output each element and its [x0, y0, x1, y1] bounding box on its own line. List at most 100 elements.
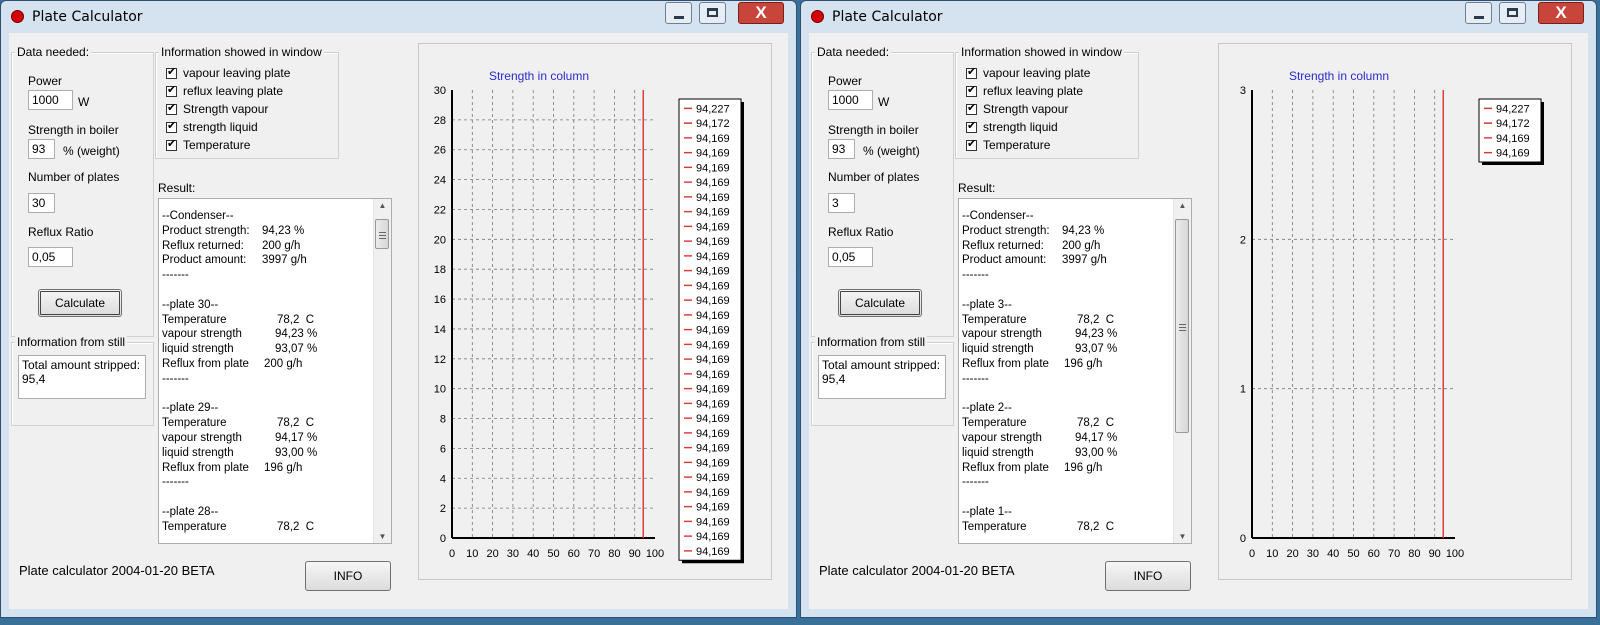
result-key: liquid strength	[962, 446, 1034, 459]
result-key: -------	[962, 372, 989, 385]
result-key: vapour strength	[962, 328, 1042, 341]
checkbox[interactable]: ✔	[966, 102, 977, 115]
title-bar[interactable]: Plate Calculator X	[1, 1, 796, 33]
minimize-icon	[674, 16, 684, 19]
data-needed-group: Data needed: Power 1000 W Strength in boiler…	[11, 45, 154, 337]
scroll-up-arrow-icon[interactable]: ▲	[1174, 201, 1191, 210]
title-bar[interactable]: Plate Calculator X	[801, 1, 1596, 33]
scroll-down-arrow-icon[interactable]: ▼	[1174, 532, 1191, 541]
reflux-ratio-label: Reflux Ratio	[28, 225, 94, 239]
result-value: 200 g/h	[1062, 239, 1101, 252]
reflux-ratio-input[interactable]: 0,05	[28, 247, 73, 267]
power-input[interactable]: 1000	[828, 90, 873, 110]
maximize-button[interactable]	[699, 2, 726, 24]
result-line	[162, 283, 371, 298]
reflux-ratio-input[interactable]: 0,05	[828, 247, 873, 267]
result-key: Reflux from plate	[162, 357, 249, 370]
x-tick-label: 80	[608, 548, 620, 560]
checkbox[interactable]: ✔	[166, 102, 177, 115]
result-line: --plate 29--	[162, 401, 371, 416]
reflux-ratio-label: Reflux Ratio	[828, 225, 894, 239]
scroll-down-arrow-icon[interactable]: ▼	[374, 532, 391, 541]
checkmark-icon: ✔	[967, 138, 977, 150]
legend-label: 94,169	[696, 236, 730, 248]
close-button[interactable]: X	[1538, 2, 1584, 24]
checkbox[interactable]: ✔	[166, 66, 177, 79]
plates-input[interactable]: 3	[828, 193, 855, 213]
result-value: 196 g/h	[1064, 461, 1103, 474]
result-line	[962, 490, 1171, 505]
checkbox[interactable]: ✔	[966, 66, 977, 79]
result-key: Reflux from plate	[162, 461, 249, 474]
scroll-up-arrow-icon[interactable]: ▲	[374, 201, 391, 210]
option-checkbox[interactable]: ✔ reflux leaving plate	[166, 84, 283, 100]
option-checkbox[interactable]: ✔ Temperature	[966, 138, 1050, 154]
result-output[interactable]: --Condenser-- Product strength: 94,23 % Ref…	[158, 198, 392, 544]
legend-label: 94,169	[696, 546, 730, 558]
result-line: Reflux returned: 200 g/h	[962, 239, 1171, 254]
x-tick-label: 20	[486, 548, 498, 560]
result-line: --plate 28--	[162, 505, 371, 520]
checkbox[interactable]: ✔	[166, 120, 177, 133]
maximize-icon	[707, 8, 718, 17]
option-checkbox[interactable]: ✔ reflux leaving plate	[966, 84, 1083, 100]
result-scrollbar[interactable]: ▲ ▼	[1173, 199, 1191, 543]
option-checkbox[interactable]: ✔ vapour leaving plate	[166, 66, 290, 82]
legend-label: 94,169	[696, 502, 730, 514]
x-tick-label: 90	[629, 548, 641, 560]
result-scrollbar[interactable]: ▲ ▼	[373, 199, 391, 543]
legend-label: 94,169	[696, 162, 730, 174]
info-button[interactable]: INFO	[305, 561, 391, 591]
legend-label: 94,169	[696, 207, 730, 219]
checkbox[interactable]: ✔	[166, 138, 177, 151]
result-key: -------	[162, 372, 189, 385]
close-button[interactable]: X	[738, 2, 784, 24]
legend-label: 94,169	[696, 516, 730, 528]
result-value: 78,2 C	[277, 520, 315, 533]
result-line: liquid strength 93,07 %	[162, 342, 371, 357]
strength-input[interactable]: 93	[828, 139, 855, 159]
option-checkbox[interactable]: ✔ strength liquid	[166, 120, 258, 136]
info-button[interactable]: INFO	[1105, 561, 1191, 591]
result-line: --plate 30--	[162, 298, 371, 313]
calculate-button[interactable]: Calculate	[38, 289, 122, 317]
app-icon	[11, 10, 24, 23]
minimize-button[interactable]	[1465, 2, 1492, 24]
scroll-thumb[interactable]	[375, 219, 389, 249]
checkbox-label: vapour leaving plate	[983, 66, 1091, 80]
result-value: 78,2 C	[277, 417, 315, 430]
strength-input[interactable]: 93	[28, 139, 55, 159]
result-key: Temperature	[962, 313, 1027, 326]
option-checkbox[interactable]: ✔ Strength vapour	[966, 102, 1068, 118]
calculate-button[interactable]: Calculate	[838, 289, 922, 317]
result-lines: --Condenser-- Product strength: 94,23 % Ref…	[162, 209, 371, 535]
chart-title: Strength in column	[489, 69, 589, 83]
option-checkbox[interactable]: ✔ strength liquid	[966, 120, 1058, 136]
checkbox[interactable]: ✔	[966, 138, 977, 151]
result-output[interactable]: --Condenser-- Product strength: 94,23 % Ref…	[958, 198, 1192, 544]
option-checkbox[interactable]: ✔ Strength vapour	[166, 102, 268, 118]
result-key: --plate 2--	[962, 402, 1012, 415]
legend-label: 94,169	[696, 148, 730, 160]
still-info-output: Total amount stripped: 95,4	[18, 355, 146, 399]
checkbox[interactable]: ✔	[166, 84, 177, 97]
scroll-thumb[interactable]	[1175, 219, 1189, 433]
version-text: Plate calculator 2004-01-20 BETA	[19, 563, 215, 578]
minimize-button[interactable]	[665, 2, 692, 24]
option-checkbox[interactable]: ✔ vapour leaving plate	[966, 66, 1090, 82]
option-checkbox[interactable]: ✔ Temperature	[166, 138, 250, 154]
result-line: vapour strength 94,17 %	[162, 431, 371, 446]
plates-label: Number of plates	[828, 170, 920, 184]
plates-label: Number of plates	[28, 170, 120, 184]
checkbox[interactable]: ✔	[966, 84, 977, 97]
plates-input[interactable]: 30	[28, 193, 55, 213]
checkbox[interactable]: ✔	[966, 120, 977, 133]
result-line: Temperature 78,2 C	[962, 313, 1171, 328]
result-line: --plate 2--	[962, 401, 1171, 416]
strength-chart: Strength in column0 10 20 30 40 50 60 70 80 90 100…	[434, 69, 744, 564]
legend-label: 94,169	[696, 251, 730, 263]
power-input[interactable]: 1000	[28, 90, 73, 110]
maximize-button[interactable]	[1499, 2, 1526, 24]
result-key: liquid strength	[162, 343, 234, 356]
result-line: -------	[162, 475, 371, 490]
